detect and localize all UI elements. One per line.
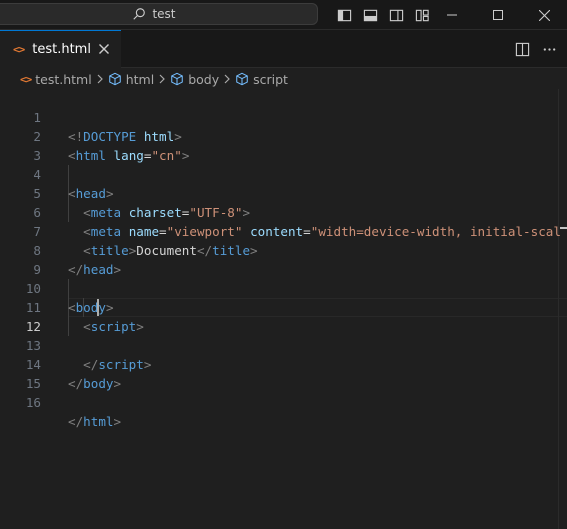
minimize-button[interactable]: [429, 0, 475, 30]
breadcrumb-item-script[interactable]: script: [235, 72, 288, 87]
chevron-right-icon: [224, 74, 230, 84]
breadcrumb-item-html[interactable]: html: [108, 72, 154, 87]
customize-layout-icon[interactable]: [414, 7, 430, 23]
code-line-active: 12: [0, 298, 560, 334]
tab-test-html[interactable]: <> test.html: [0, 30, 121, 68]
close-window-button[interactable]: [521, 0, 567, 30]
line-number: 16: [25, 395, 41, 410]
text-cursor: [97, 299, 99, 316]
code-line: 14 </body>: [0, 336, 560, 391]
code-line: 8 </head>: [0, 222, 560, 277]
symbol-element-icon: [236, 72, 248, 86]
search-icon: [133, 8, 146, 20]
more-actions-icon[interactable]: [542, 42, 557, 57]
symbol-element-icon: [108, 72, 121, 86]
code-line: 13 </script>: [0, 317, 560, 372]
code-line: 6 <meta name="viewport" content="width=d…: [0, 184, 561, 239]
maximize-button[interactable]: [475, 0, 521, 30]
token-punctuation: >: [113, 414, 122, 429]
code-editor[interactable]: 1 <!DOCTYPE html> 2 <html lang="cn"> 3 4…: [0, 89, 567, 529]
command-center-search[interactable]: test: [0, 3, 318, 25]
editor-tab-bar: <> test.html: [0, 30, 567, 68]
breadcrumb-item-label: script: [253, 71, 288, 87]
close-tab-icon[interactable]: [97, 42, 111, 56]
minimize-icon: [447, 14, 457, 16]
title-bar: test: [0, 0, 567, 30]
code-line: 11 <script>: [0, 279, 560, 334]
code-line: 1 <!DOCTYPE html>: [0, 89, 560, 144]
close-icon: [538, 9, 550, 21]
breadcrumb-file[interactable]: <> test.html: [20, 72, 92, 87]
breadcrumb-item-label: body: [188, 71, 220, 87]
code-line: 15: [0, 355, 560, 391]
breadcrumb: <> test.html html body script: [0, 68, 567, 90]
chevron-right-icon: [97, 74, 103, 84]
code-line: 2 <html lang="cn">: [0, 108, 560, 163]
toggle-secondary-sidebar-icon[interactable]: [388, 7, 404, 23]
maximize-icon: [493, 10, 503, 20]
code-line: 3: [0, 127, 560, 163]
search-text: test: [152, 7, 176, 21]
toggle-panel-icon[interactable]: [362, 7, 378, 23]
code-line: 7 <title>Document</title>: [0, 203, 560, 258]
chevron-right-icon: [159, 74, 166, 84]
overview-ruler-cursor-mark: [560, 227, 567, 229]
token-punctuation: </: [68, 414, 84, 429]
breadcrumb-item-body[interactable]: body: [170, 72, 219, 87]
tab-label: test.html: [32, 42, 91, 57]
toggle-primary-sidebar-icon[interactable]: [336, 7, 352, 23]
breadcrumb-file-label: test.html: [35, 71, 92, 87]
html-file-icon: <>: [13, 43, 25, 56]
token-tag: html: [83, 414, 114, 429]
code-line: 16 </html>: [0, 374, 560, 429]
code-line: 9: [0, 241, 560, 277]
split-editor-icon[interactable]: [515, 42, 530, 57]
code-line: 10 <body>: [0, 260, 560, 315]
breadcrumb-item-label: html: [125, 71, 155, 87]
symbol-element-icon: [171, 72, 183, 86]
code-line: 5 <meta charset="UTF-8">: [0, 165, 560, 220]
html-file-icon: <>: [20, 72, 32, 86]
code-line: 4 <head>: [0, 146, 560, 201]
